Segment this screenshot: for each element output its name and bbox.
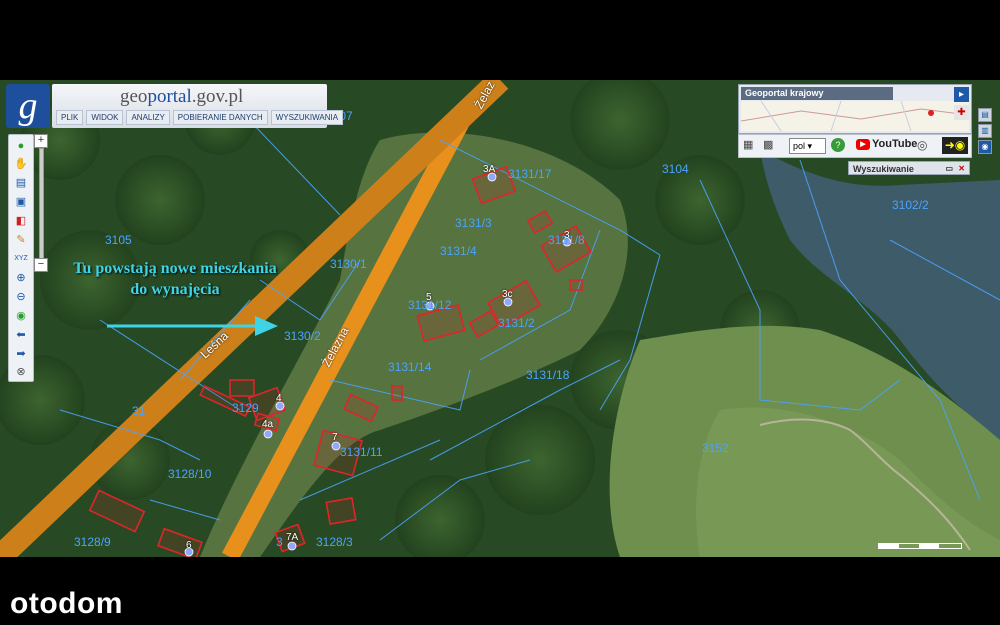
overview-map-thumbnail (741, 101, 969, 131)
language-value: pol (793, 141, 806, 151)
plot-label: 3128/3 (316, 535, 353, 549)
building-number: 4a (262, 419, 274, 430)
layer-icon[interactable]: ▤ (978, 108, 992, 122)
menu-pobieranie-danych[interactable]: POBIERANIE DANYCH (172, 110, 268, 125)
home-icon[interactable]: ▦ (743, 138, 757, 152)
site-title-accent: portal (147, 86, 192, 107)
plot-label: 3131/18 (526, 368, 570, 382)
measure-icon[interactable]: ◧ (13, 214, 29, 228)
back-icon[interactable]: ⬅ (13, 328, 29, 342)
zoom-track[interactable] (39, 148, 44, 260)
geoportal-logo[interactable]: g (6, 84, 50, 128)
plot-label: 3102/2 (892, 198, 929, 212)
info-icon[interactable]: ● (13, 139, 29, 153)
globe-icon[interactable]: ◉ (13, 309, 29, 323)
side-buttons: ▤ ▥ ◉ (978, 108, 992, 156)
menu-plik[interactable]: PLIK (56, 110, 84, 125)
map-toolbar: ● ✋ ▤ ▣ ◧ ✎ XYZ ⊕ ⊖ ◉ ⬅ ➡ ⊗ (8, 134, 34, 382)
overview-title: Geoportal krajowy (741, 87, 893, 100)
menu-widok[interactable]: WIDOK (86, 110, 124, 125)
otodom-watermark: otodom (10, 587, 123, 620)
chart-icon[interactable]: ▥ (978, 124, 992, 138)
site-title-prefix: geo (120, 86, 148, 107)
scale-segment (879, 544, 899, 548)
plot-label: 3152 (702, 441, 729, 455)
zoom-in-icon[interactable]: ⊕ (13, 271, 29, 285)
plot-label: 3128/9 (74, 535, 111, 549)
overview-map[interactable]: Geoportal krajowy ▸ ✚ (738, 84, 972, 134)
logo-letter: g (18, 85, 38, 127)
layers-icon[interactable]: ▤ (13, 176, 29, 190)
building-number: 7A (286, 532, 299, 543)
right-toolbar: ▦ ▩ pol ▾ ? ▶ YouTube ◎ ➜◉ (738, 134, 972, 158)
annotation-text: Tu powstają nowe mieszkania do wynajęcia (40, 258, 310, 300)
plot-label: 3131/14 (388, 360, 432, 374)
view-icon[interactable]: ◉ (978, 140, 992, 154)
geoportal-header: geoportal.gov.pl PLIK WIDOK ANALIZY POBI… (52, 84, 344, 128)
plot-label: 3131/4 (440, 244, 477, 258)
search-panel-title: Wyszukiwanie (853, 164, 914, 174)
site-title: geoportal.gov.pl (120, 86, 243, 108)
reset-icon[interactable]: ⊗ (13, 365, 29, 379)
plot-label: 3131/11 (340, 445, 383, 459)
menu-analizy[interactable]: ANALIZY (126, 110, 170, 125)
search-panel[interactable]: Wyszukiwanie ▭ ✕ (848, 161, 970, 175)
zoom-out-icon[interactable]: ⊖ (13, 290, 29, 304)
plot-label: 3130/2 (284, 329, 321, 343)
minimize-icon[interactable]: ▭ (945, 162, 953, 176)
help-icon[interactable]: ? (831, 138, 845, 152)
main-menu: PLIK WIDOK ANALIZY POBIERANIE DANYCH WYS… (56, 110, 344, 125)
zoom-slider[interactable]: + − (34, 134, 48, 272)
forward-icon[interactable]: ➡ (13, 347, 29, 361)
plot-label: 3128/10 (168, 467, 212, 481)
menu-wyszukiwania[interactable]: WYSZUKIWANIA (270, 110, 344, 125)
hand-icon[interactable]: ✋ (13, 157, 29, 171)
plot-label: 3131/2 (498, 316, 535, 330)
plot-label: 3131/17 (508, 167, 552, 181)
plot-label: 3 (276, 535, 283, 549)
accessibility-icon[interactable]: ◎ (917, 138, 931, 152)
building-number: 3 (564, 230, 570, 241)
building-number: 6 (186, 540, 192, 551)
plot-label: 3104 (662, 162, 689, 176)
plot-label: 3129 (232, 401, 259, 415)
language-select[interactable]: pol ▾ (789, 138, 826, 154)
building-number: 3c (502, 289, 513, 300)
annotation-line-1: Tu powstają nowe mieszkania (73, 260, 277, 277)
print-icon[interactable]: ▣ (13, 195, 29, 209)
zoom-plus-button[interactable]: + (34, 134, 48, 148)
grid-icon[interactable]: ▩ (763, 138, 777, 152)
xyz-icon[interactable]: XYZ (13, 252, 29, 266)
youtube-link[interactable]: ▶ YouTube (856, 138, 917, 150)
building-number: 3A (483, 164, 496, 175)
site-title-suffix: .gov.pl (191, 86, 244, 107)
scale-segment (919, 544, 939, 548)
annotation-line-2: do wynajęcia (130, 281, 220, 298)
plot-label: 3131/3 (455, 216, 492, 230)
youtube-play-icon: ▶ (856, 138, 870, 150)
building-number: 5 (426, 292, 432, 303)
location-icon[interactable]: ✚ (954, 105, 969, 120)
zoom-minus-button[interactable]: − (34, 258, 48, 272)
building-number: 4 (276, 393, 282, 404)
youtube-label: YouTube (872, 138, 918, 150)
plot-label: 3130/1 (330, 257, 367, 271)
building-number: 7 (332, 432, 338, 443)
pencil-icon[interactable]: ✎ (13, 233, 29, 247)
close-icon[interactable]: ✕ (958, 162, 965, 176)
plot-label: 31 (132, 404, 146, 418)
eye-icon[interactable]: ➜◉ (942, 137, 968, 154)
plot-label: 3105 (105, 233, 132, 247)
scale-bar (878, 543, 962, 549)
overview-expand-icon[interactable]: ▸ (954, 87, 969, 102)
